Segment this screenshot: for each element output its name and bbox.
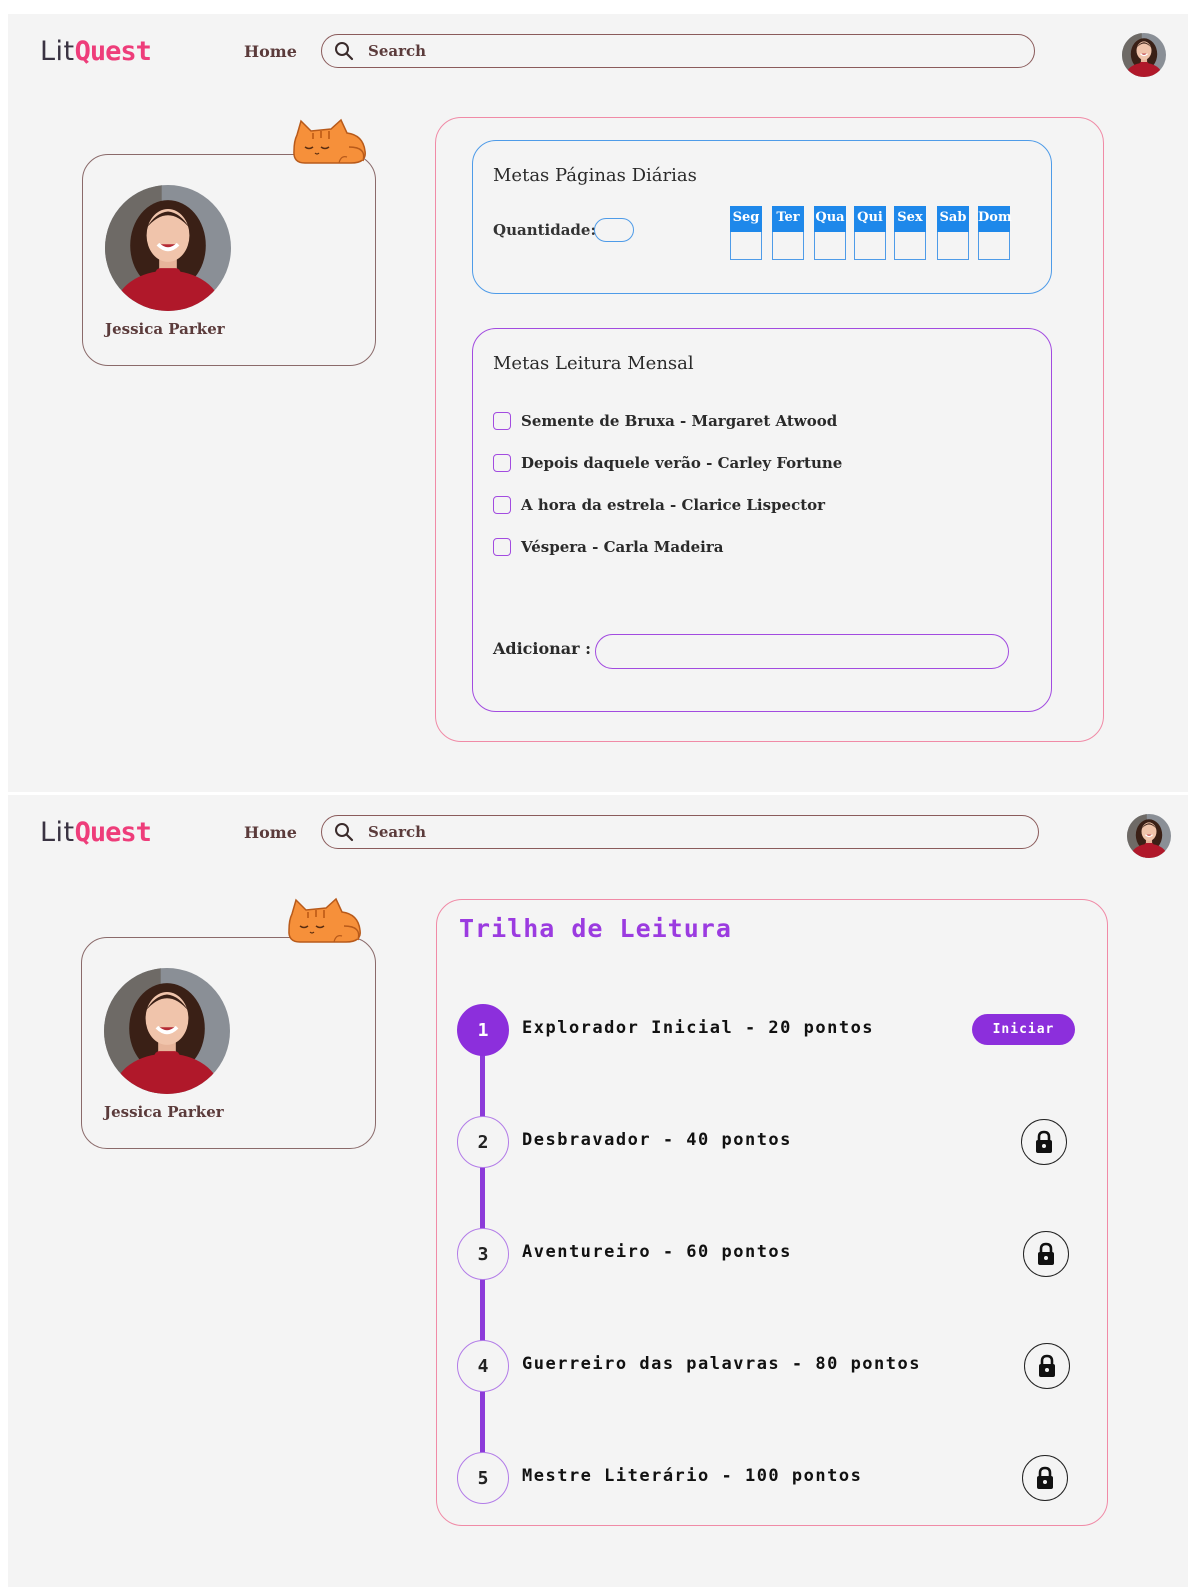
day-input[interactable]	[730, 232, 762, 260]
book-label: Véspera - Carla Madeira	[521, 538, 724, 556]
book-label: Depois daquele verão - Carley Fortune	[521, 454, 843, 472]
search-input[interactable]	[366, 822, 970, 842]
lock-icon	[1021, 1119, 1067, 1165]
search-bar[interactable]	[321, 34, 1035, 68]
monthly-reading-goal-card: Metas Leitura Mensal Semente de Bruxa - …	[472, 328, 1052, 712]
day-qua[interactable]: Qua	[814, 206, 846, 262]
search-icon	[334, 41, 354, 61]
step-number-2: 2	[457, 1116, 509, 1168]
profile-name: Jessica Parker	[105, 320, 225, 338]
day-sab[interactable]: Sab	[937, 206, 969, 262]
book-label: Semente de Bruxa - Margaret Atwood	[521, 412, 838, 430]
user-avatar[interactable]	[1122, 33, 1166, 77]
step-label-2: Desbravador - 40 pontos	[522, 1130, 792, 1150]
logo-quest-text: Quest	[74, 36, 152, 67]
add-book-label: Adicionar :	[493, 639, 592, 658]
litquest-logo[interactable]: LitQuest	[40, 817, 152, 848]
day-label: Ter	[772, 206, 804, 232]
step-label-3: Aventureiro - 60 pontos	[522, 1242, 792, 1262]
lock-icon	[1023, 1231, 1069, 1277]
day-input[interactable]	[772, 232, 804, 260]
day-dom[interactable]: Dom	[978, 206, 1012, 262]
book-item[interactable]: Véspera - Carla Madeira	[493, 538, 723, 556]
daily-goal-title: Metas Páginas Diárias	[493, 165, 697, 186]
logo-lit-text: Lit	[40, 817, 75, 848]
profile-photo	[105, 185, 231, 311]
day-label: Qua	[814, 206, 846, 232]
user-avatar[interactable]	[1127, 814, 1171, 858]
quantity-input[interactable]	[594, 218, 634, 242]
goals-screen: LitQuest Home Jessica Parker Metas Págin…	[8, 14, 1188, 792]
day-input[interactable]	[937, 232, 969, 260]
start-button[interactable]: Iniciar	[972, 1014, 1075, 1045]
lock-icon	[1022, 1455, 1068, 1501]
day-ter[interactable]: Ter	[772, 206, 804, 262]
step-number-4: 4	[457, 1340, 509, 1392]
logo-quest-text: Quest	[74, 817, 152, 848]
day-seg[interactable]: Seg	[730, 206, 762, 262]
home-link[interactable]: Home	[244, 823, 297, 842]
step-label-4: Guerreiro das palavras - 80 pontos	[522, 1354, 921, 1374]
book-item[interactable]: A hora da estrela - Clarice Lispector	[493, 496, 825, 514]
book-checkbox[interactable]	[493, 454, 511, 472]
search-icon	[334, 822, 354, 842]
search-bar[interactable]	[321, 815, 1039, 849]
trail-title: Trilha de Leitura	[459, 914, 732, 943]
reading-trail-screen: LitQuest Home Jessica Parker Trilha de L…	[8, 795, 1188, 1587]
step-number-1[interactable]: 1	[457, 1004, 509, 1056]
day-input[interactable]	[978, 232, 1010, 260]
day-label: Dom	[978, 206, 1012, 232]
day-input[interactable]	[814, 232, 846, 260]
profile-photo	[104, 968, 230, 1094]
profile-name: Jessica Parker	[104, 1103, 224, 1121]
search-input[interactable]	[366, 41, 970, 61]
day-qui[interactable]: Qui	[854, 206, 886, 262]
book-label: A hora da estrela - Clarice Lispector	[521, 496, 826, 514]
avatar-image	[1122, 33, 1166, 77]
day-label: Sex	[894, 206, 926, 232]
avatar-image	[1127, 814, 1171, 858]
day-label: Qui	[854, 206, 886, 232]
step-number-5: 5	[457, 1452, 509, 1504]
day-label: Seg	[730, 206, 762, 232]
step-label-1: Explorador Inicial - 20 pontos	[522, 1018, 875, 1038]
book-item[interactable]: Depois daquele verão - Carley Fortune	[493, 454, 842, 472]
day-sex[interactable]: Sex	[894, 206, 926, 262]
sleeping-cat-icon	[291, 117, 371, 165]
book-checkbox[interactable]	[493, 496, 511, 514]
daily-pages-goal-card: Metas Páginas Diárias Quantidade: Seg Te…	[472, 140, 1052, 294]
step-label-5: Mestre Literário - 100 pontos	[522, 1466, 863, 1486]
book-checkbox[interactable]	[493, 538, 511, 556]
day-label: Sab	[937, 206, 969, 232]
profile-card: Jessica Parker	[81, 937, 376, 1149]
home-link[interactable]: Home	[244, 42, 297, 61]
day-input[interactable]	[854, 232, 886, 260]
profile-card: Jessica Parker	[82, 154, 376, 366]
step-number-3: 3	[457, 1228, 509, 1280]
day-input[interactable]	[894, 232, 926, 260]
book-checkbox[interactable]	[493, 412, 511, 430]
sleeping-cat-icon	[286, 896, 366, 944]
lock-icon	[1024, 1343, 1070, 1389]
add-book-input[interactable]	[595, 634, 1009, 669]
litquest-logo[interactable]: LitQuest	[40, 36, 152, 67]
quantity-label: Quantidade:	[493, 221, 597, 239]
book-item[interactable]: Semente de Bruxa - Margaret Atwood	[493, 412, 837, 430]
reading-trail-panel: Trilha de Leitura 1 Explorador Inicial -…	[436, 899, 1108, 1526]
monthly-goal-title: Metas Leitura Mensal	[493, 353, 694, 374]
logo-lit-text: Lit	[40, 36, 75, 67]
